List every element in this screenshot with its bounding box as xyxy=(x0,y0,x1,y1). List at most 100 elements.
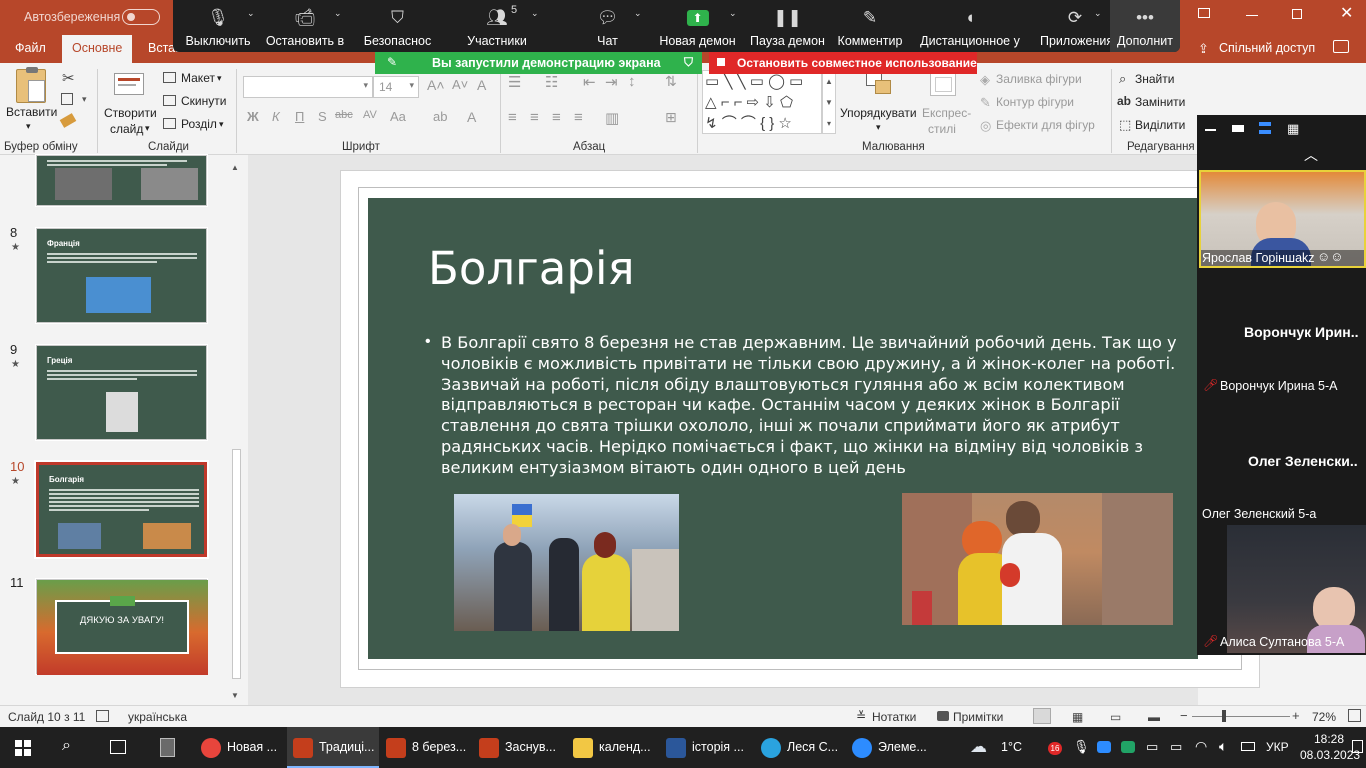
tab-file[interactable]: Файл xyxy=(15,41,46,55)
find-button[interactable]: Знайти xyxy=(1135,72,1174,86)
replace-button[interactable]: Замінити xyxy=(1135,95,1185,109)
copy-icon[interactable] xyxy=(61,93,73,105)
slide-thumbnail-7[interactable] xyxy=(35,154,208,207)
replace-icon[interactable]: ab xyxy=(1117,94,1131,108)
restore-ribbon-icon[interactable] xyxy=(1198,8,1210,18)
taskbar-app[interactable]: Элеме... xyxy=(846,727,938,768)
select-button[interactable]: Виділити xyxy=(1135,118,1185,132)
cut-icon[interactable]: ✂ xyxy=(62,69,75,87)
app-tray-icon[interactable] xyxy=(1121,741,1135,753)
numbering-icon[interactable]: ☷ xyxy=(545,73,558,91)
justify-icon[interactable]: ≡ xyxy=(574,109,583,126)
zoom-more-button[interactable]: ••• Дополнит xyxy=(1110,0,1180,52)
display-icon[interactable]: ▭ xyxy=(1170,739,1182,755)
select-icon[interactable]: ⬚ xyxy=(1119,117,1131,133)
search-icon[interactable]: ⌕ xyxy=(1119,71,1126,87)
gallery-view-icon[interactable]: ▦ xyxy=(1287,121,1299,137)
section-icon[interactable] xyxy=(163,118,176,129)
zoom-video-camera-button[interactable]: 📹︎ Остановить в ⌄ xyxy=(260,0,350,52)
weather-temperature[interactable]: 1°C xyxy=(1001,740,1022,754)
shapes-gallery[interactable]: ▭ ╲ ╲ ▭ ◯ ▭ △ ⌐ ⌐ ⇨ ⇩ ⬠ ↯ ⌒ ⌒ { } ☆ xyxy=(702,70,822,134)
task-view-icon[interactable] xyxy=(110,740,126,754)
arrange-button[interactable]: Упорядкувати xyxy=(840,106,917,120)
zoom-out-icon[interactable]: − xyxy=(1180,708,1188,723)
battery-icon[interactable] xyxy=(1241,742,1255,751)
slide-title[interactable]: Болгарія xyxy=(428,242,635,295)
bold-icon[interactable]: Ж xyxy=(247,109,259,124)
decrease-indent-icon[interactable]: ⇤ xyxy=(583,73,596,91)
comments-status-icon[interactable] xyxy=(937,711,949,721)
columns-icon[interactable]: ▥ xyxy=(605,109,619,127)
comments-button[interactable]: Примітки xyxy=(953,710,1003,724)
clock-time[interactable]: 18:28 xyxy=(1314,732,1344,746)
collapse-up-icon[interactable]: ︿ xyxy=(1304,145,1318,165)
zoom-slider[interactable] xyxy=(1192,716,1290,717)
taskbar-app[interactable]: календ... xyxy=(567,727,659,768)
zoom-pause-button[interactable]: ❚❚ Пауза демон xyxy=(740,0,835,52)
italic-icon[interactable]: К xyxy=(272,109,280,124)
microphone-tray-icon[interactable]: 🎙︎ xyxy=(1073,739,1090,755)
increase-indent-icon[interactable]: ⇥ xyxy=(605,73,618,91)
taskbar-app[interactable]: історія ... xyxy=(660,727,752,768)
notification-badge[interactable]: 16 xyxy=(1048,742,1062,755)
slide-thumbnail-8[interactable]: Франція xyxy=(35,227,208,324)
shape-outline-button[interactable]: Контур фігури xyxy=(996,95,1074,109)
taskbar-app[interactable]: Заснув... xyxy=(473,727,565,768)
thumbnail-scrollbar[interactable]: ▲ ▼ xyxy=(229,159,244,704)
chevron-down-icon[interactable]: ⌄ xyxy=(729,8,737,19)
chevron-down-icon[interactable]: ⌄ xyxy=(247,8,255,19)
slide-body-text[interactable]: В Болгарії свято 8 березня не став держа… xyxy=(441,333,1181,479)
zoom-participants-button[interactable]: 👥︎ 5 Участники ⌄ xyxy=(447,0,547,52)
reading-view-icon[interactable]: ▭ xyxy=(1110,710,1121,724)
highlight-icon[interactable]: ab xyxy=(433,109,447,124)
network-icon[interactable]: ▭ xyxy=(1146,739,1158,755)
minimize-panel-icon[interactable] xyxy=(1205,129,1216,131)
close-icon[interactable]: ✕ xyxy=(1340,3,1353,23)
windows-start-icon[interactable] xyxy=(15,740,31,756)
slide-canvas[interactable]: Болгарія • В Болгарії свято 8 березня не… xyxy=(368,198,1198,659)
quick-styles-button[interactable]: Експрес- xyxy=(922,106,971,120)
quick-styles-icon[interactable] xyxy=(930,72,956,96)
stop-sharing-button[interactable]: Остановить совместное использование xyxy=(709,52,977,74)
chevron-down-icon[interactable]: ⌄ xyxy=(334,8,342,19)
speaker-view-icon[interactable] xyxy=(1259,122,1271,134)
shape-fill-button[interactable]: Заливка фігури xyxy=(996,72,1082,86)
new-slide-button[interactable]: Створити xyxy=(104,106,157,120)
section-button[interactable]: Розділ xyxy=(181,117,217,131)
slide-photo-couple[interactable] xyxy=(902,493,1173,625)
chevron-down-icon[interactable]: ⌄ xyxy=(531,8,539,19)
slide-photo-ceremony[interactable] xyxy=(454,494,679,631)
zoom-microphone-button[interactable]: 🎙︎ Выключить ⌄ xyxy=(173,0,263,52)
change-case-icon[interactable]: Aa xyxy=(390,109,406,124)
fit-slide-icon[interactable] xyxy=(1348,709,1361,722)
participant-video-4[interactable] xyxy=(1227,525,1366,653)
line-spacing-icon[interactable]: ↕ xyxy=(628,73,636,90)
zoom-chat-button[interactable]: 💬︎ Чат ⌄ xyxy=(565,0,650,52)
decrease-font-icon[interactable]: A˅ xyxy=(452,77,468,92)
keyboard-language[interactable]: УКР xyxy=(1266,740,1289,754)
clear-format-icon[interactable]: A xyxy=(477,77,486,93)
reset-button[interactable]: Скинути xyxy=(181,94,226,108)
notes-icon[interactable]: ≚ xyxy=(856,709,866,723)
zoom-shield-button[interactable]: ⛉ Безопаснос xyxy=(350,0,445,52)
zoom-apps-button[interactable]: ⟳ Приложения ⌄ xyxy=(1040,0,1113,52)
taskbar-app[interactable]: Новая ... xyxy=(195,727,285,768)
shapes-scroll[interactable]: ▲ ▼ ▾ xyxy=(822,70,836,134)
increase-font-icon[interactable]: A˄ xyxy=(427,77,445,93)
slideshow-icon[interactable]: ▬ xyxy=(1148,710,1160,724)
calculator-icon[interactable] xyxy=(160,738,175,757)
convert-smartart-icon[interactable]: ⊞ xyxy=(665,109,677,126)
zoom-pencil-button[interactable]: ✎ Комментир xyxy=(830,0,910,52)
shape-outline-icon[interactable]: ✎ xyxy=(980,95,991,111)
shadow-icon[interactable]: S xyxy=(318,109,327,124)
chevron-down-icon[interactable]: ⌄ xyxy=(1094,8,1102,19)
underline-icon[interactable]: П xyxy=(295,109,304,124)
slide-thumbnail-9[interactable]: Греція xyxy=(35,344,208,441)
font-color-icon[interactable]: A xyxy=(467,109,476,125)
chevron-down-icon[interactable]: ⌄ xyxy=(634,8,642,19)
pin-icon[interactable]: ✎ xyxy=(387,55,397,69)
arrange-icon[interactable] xyxy=(866,72,894,98)
reset-icon[interactable] xyxy=(163,95,176,106)
scroll-thumb[interactable] xyxy=(232,449,241,679)
weather-icon[interactable]: ☁ xyxy=(970,737,987,757)
